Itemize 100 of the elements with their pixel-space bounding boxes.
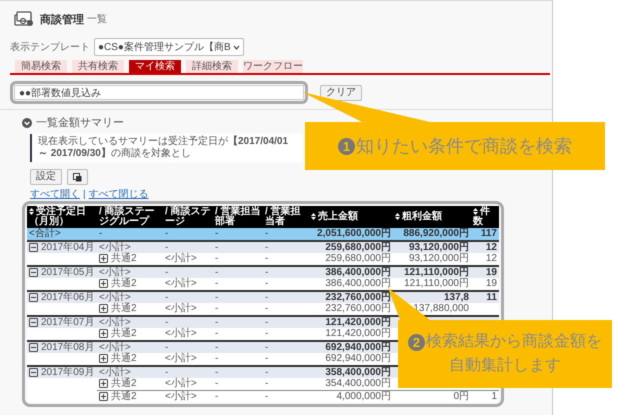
table-cell: -: [265, 342, 268, 352]
table-cell: 19: [486, 266, 497, 278]
tab[interactable]: ワークフロー: [243, 60, 303, 73]
callout-text: 検索結果から商談金額を: [426, 332, 602, 352]
table-cell: 19: [486, 278, 497, 289]
column-header[interactable]: 粗利金額: [393, 206, 471, 228]
page-subtitle: 一覧: [87, 13, 107, 26]
table-cell: -: [99, 228, 102, 239]
settings-button[interactable]: 設定: [30, 169, 62, 185]
table-cell: 93,120,000円: [408, 253, 469, 264]
step-number: 1: [338, 138, 355, 154]
table-cell: 共通2: [111, 278, 137, 290]
collapse-icon[interactable]: [29, 242, 38, 252]
collapse-icon[interactable]: [29, 268, 38, 277]
table-cell: <小計>: [99, 292, 131, 302]
table-cell: <小計>: [165, 353, 197, 364]
table-cell: <合計>: [29, 228, 61, 239]
table-cell: <小計>: [99, 316, 131, 328]
collapse-icon[interactable]: [29, 342, 38, 352]
tab[interactable]: 共有検索: [72, 60, 124, 73]
table-cell: 共通2: [111, 378, 137, 390]
table-cell: 692,940,000円: [325, 353, 391, 364]
table-cell: 137,8: [444, 292, 469, 302]
table-cell: -: [265, 253, 268, 264]
section-title: 一覧金額サマリー: [36, 116, 124, 130]
table-cell: 2017年05月: [41, 266, 94, 278]
expand-icon[interactable]: [99, 254, 108, 264]
collapse-icon[interactable]: [29, 368, 38, 377]
table-cell: 386,400,000円: [325, 278, 391, 289]
table-cell: 137,880,000: [413, 303, 469, 314]
tab[interactable]: 詳細検索: [186, 60, 238, 73]
table-cell: 232,760,000円: [325, 303, 391, 314]
expand-icon[interactable]: [99, 354, 108, 364]
table-cell: 117: [480, 228, 497, 239]
tab[interactable]: マイ検索: [129, 60, 181, 73]
table-cell: 121,420,000円: [325, 316, 391, 328]
table-cell: -: [265, 242, 268, 252]
expand-icon[interactable]: [99, 329, 108, 338]
table-cell: 共通2: [111, 328, 137, 340]
table-cell: <小計>: [165, 378, 197, 389]
table-cell: 121,110,000円: [404, 266, 469, 278]
table-cell: 121,110,000円: [404, 278, 469, 289]
copy-button[interactable]: [67, 169, 88, 185]
table-cell: <小計>: [165, 390, 197, 402]
table-cell: -: [265, 390, 268, 402]
callout-text: 自動集計します: [449, 356, 561, 376]
column-header[interactable]: 件数: [471, 206, 499, 228]
table-cell: -: [215, 242, 218, 252]
table-cell: <小計>: [165, 278, 197, 289]
link[interactable]: すべて閉じる: [88, 189, 149, 200]
column-header[interactable]: / 営業担当部署: [213, 206, 263, 228]
collapse-icon[interactable]: [29, 292, 38, 302]
expand-icon[interactable]: [99, 304, 108, 314]
expand-icon[interactable]: [99, 279, 108, 288]
table-cell: 386,400,000円: [325, 266, 391, 278]
table-cell: -: [165, 292, 168, 302]
column-header[interactable]: / 商談ステージ: [163, 206, 213, 228]
table-cell: -: [215, 316, 218, 328]
expand-icon[interactable]: [99, 379, 108, 388]
table-cell: -: [215, 253, 218, 264]
table-cell: 1: [491, 390, 497, 402]
collapse-icon[interactable]: [29, 318, 38, 327]
table-cell: 2017年04月: [41, 242, 94, 253]
table-cell: -: [215, 366, 218, 378]
table-cell: -: [265, 303, 268, 314]
table-cell: -: [215, 266, 218, 278]
table-cell: 4,000,000円: [336, 390, 391, 402]
table-cell: 2,051,600,000円: [317, 228, 391, 239]
table-cell: -: [265, 292, 268, 302]
field-label: 表示テンプレート: [10, 40, 90, 54]
table-cell: -: [215, 342, 218, 352]
table-cell: 259,680,000円: [325, 253, 391, 264]
table-cell: 121,420,000円: [325, 328, 391, 339]
column-header[interactable]: 受注予定日（月別）: [27, 206, 97, 228]
clear-button[interactable]: クリア: [320, 84, 362, 100]
table-cell: <小計>: [99, 266, 131, 278]
template-dropdown[interactable]: ●CS●案件管理サンプル【商B: [94, 38, 244, 56]
table-cell: -: [165, 366, 168, 378]
table-cell: 共通2: [111, 390, 137, 402]
tab[interactable]: 簡易検索: [15, 60, 67, 73]
table-cell: <小計>: [99, 366, 131, 378]
table-cell: -: [215, 292, 218, 302]
table-cell: -: [215, 228, 218, 239]
expand-icon[interactable]: [99, 392, 108, 401]
search-field[interactable]: ●●部署数値見込み: [14, 85, 304, 100]
link[interactable]: すべて開く: [30, 189, 80, 200]
column-header[interactable]: 売上金額: [309, 206, 393, 228]
column-header[interactable]: / 営業担当者: [263, 206, 309, 228]
column-header[interactable]: / 商談ステージグループ: [97, 206, 163, 228]
link-separator: |: [83, 189, 86, 200]
table-cell: 0円: [453, 390, 469, 402]
table-cell: 12: [486, 242, 497, 252]
table-cell: 共通2: [111, 253, 137, 264]
table-cell: -: [165, 316, 168, 328]
table-cell: <小計>: [165, 253, 197, 264]
table-cell: 2017年08月: [41, 342, 94, 353]
table-cell: 共通2: [111, 303, 137, 314]
table-cell: 259,680,000円: [325, 242, 391, 252]
table-cell: -: [215, 378, 218, 389]
copy-icon: [73, 172, 82, 182]
